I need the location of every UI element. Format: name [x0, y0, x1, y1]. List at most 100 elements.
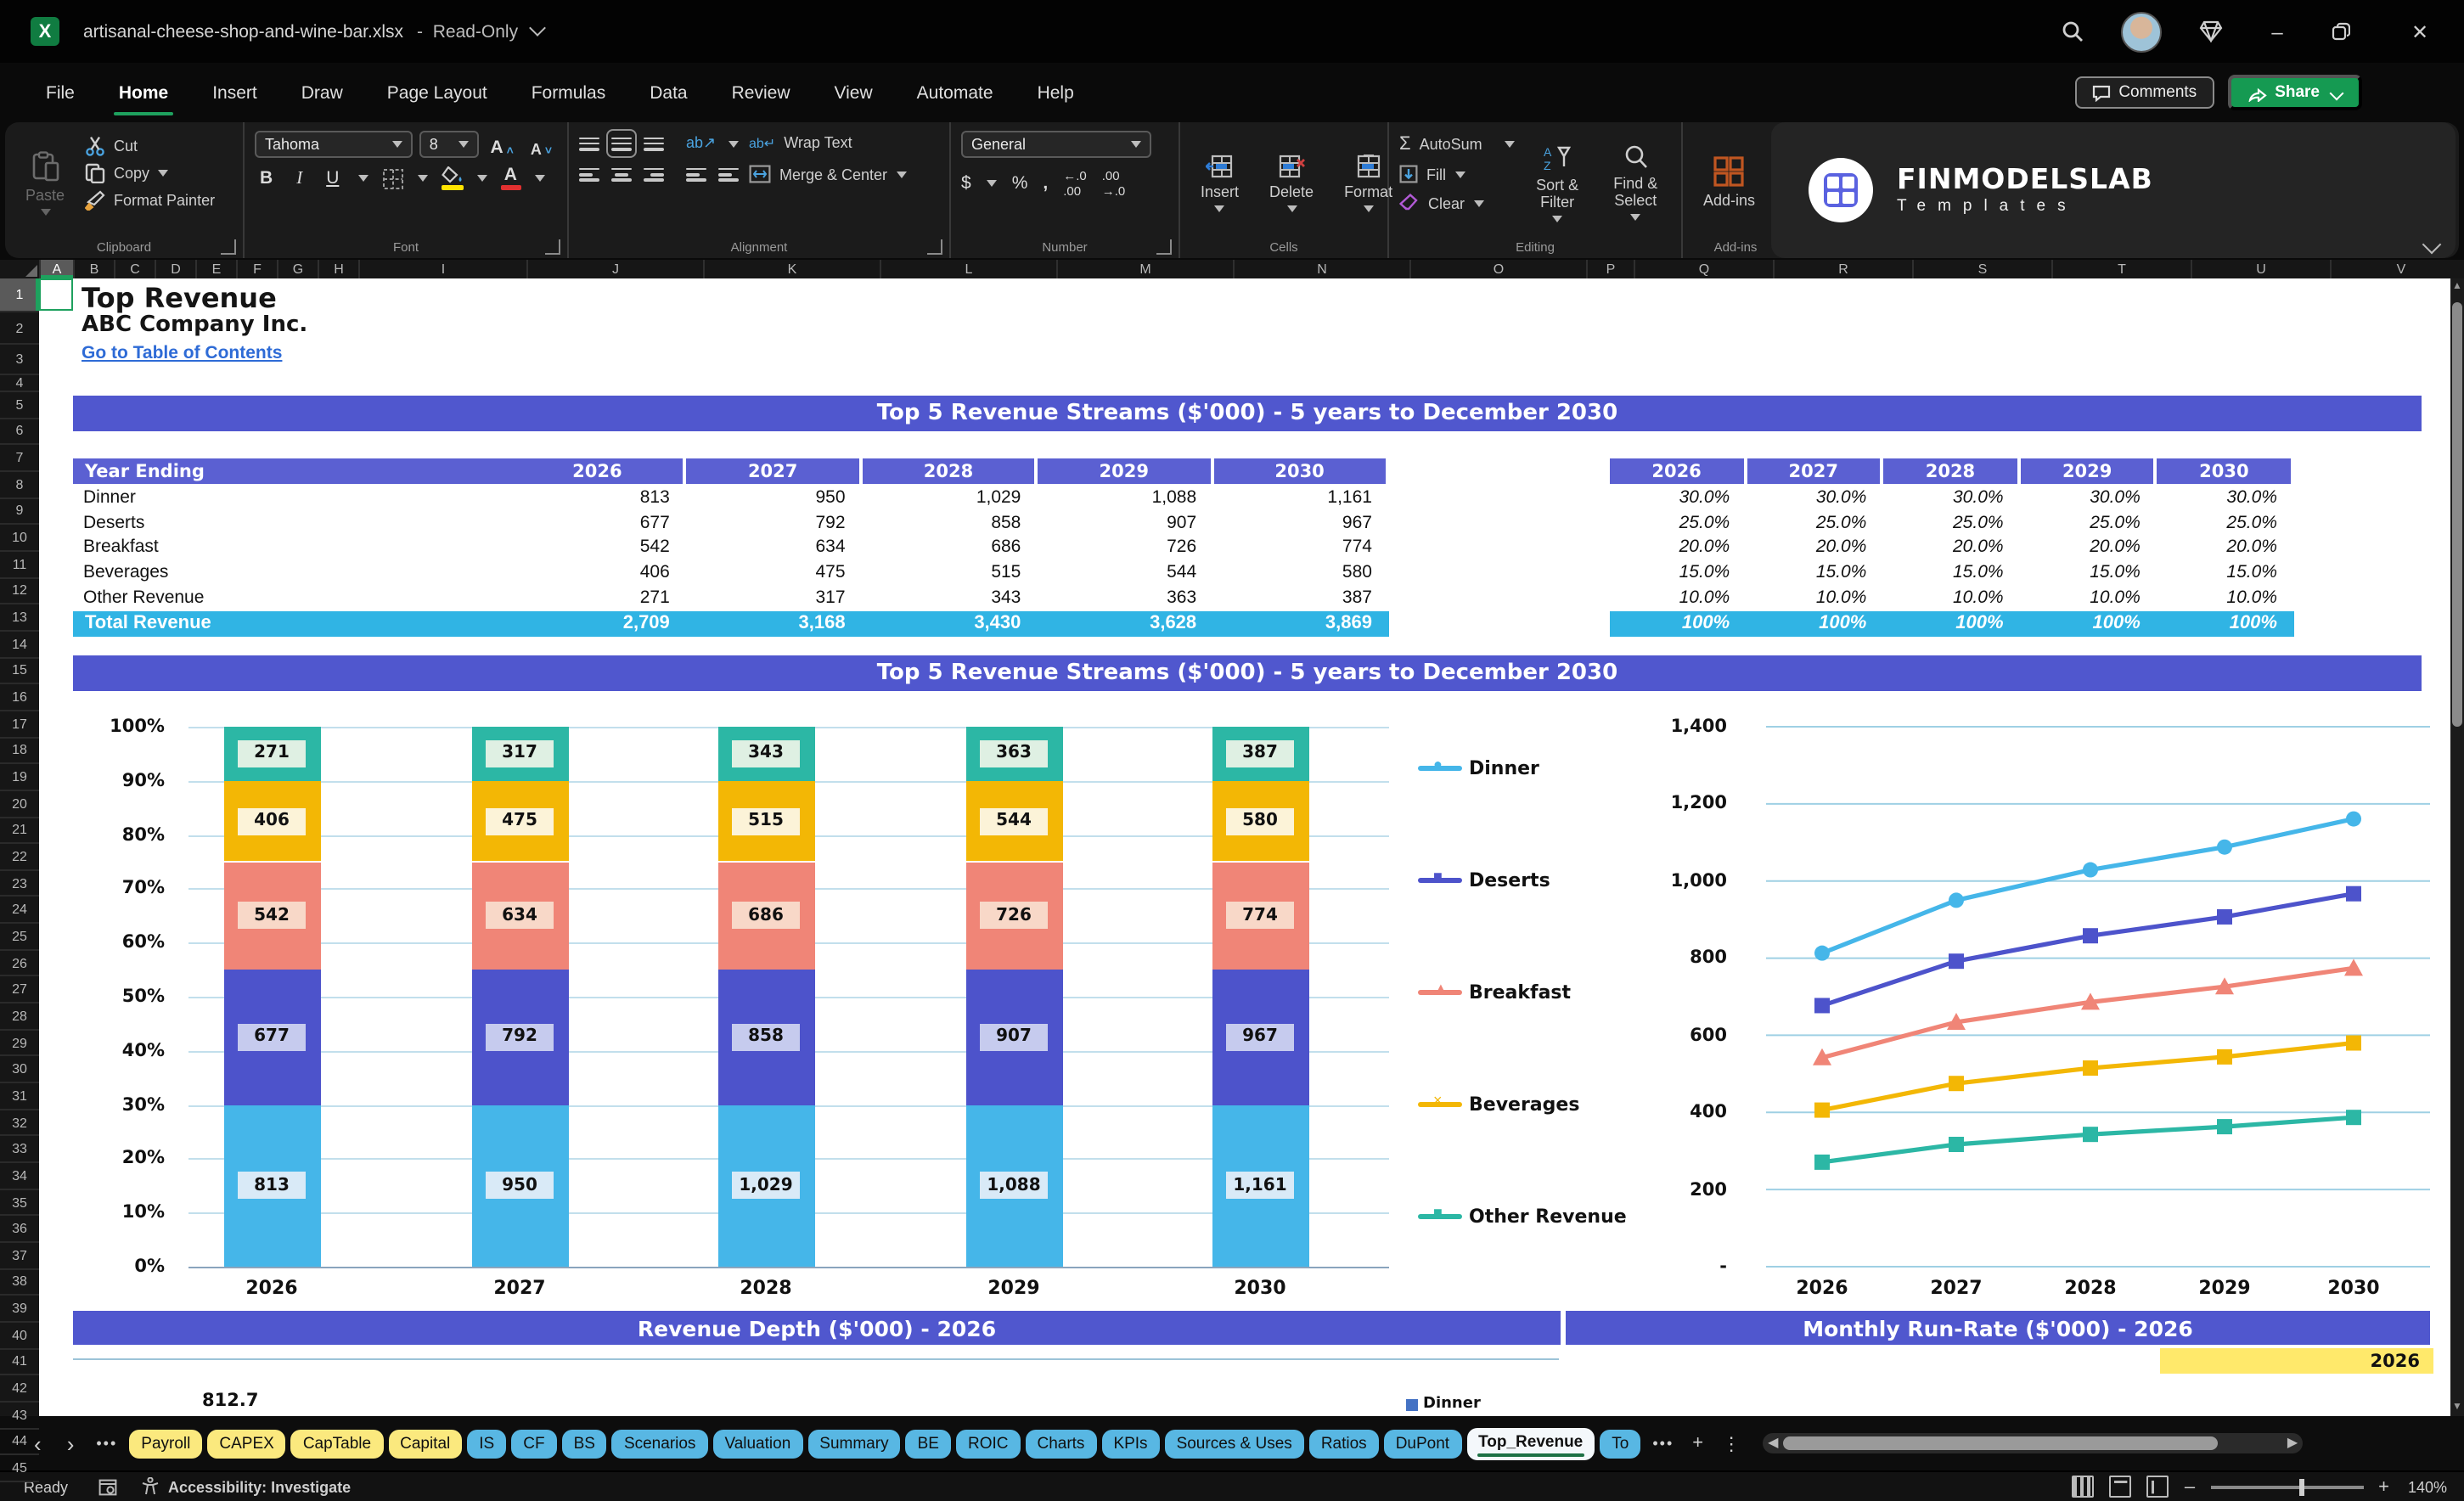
row-header-9[interactable]: 9 [0, 498, 39, 526]
select-all-corner[interactable] [0, 260, 41, 278]
pct-cell-value[interactable]: 25.0% [2021, 510, 2141, 534]
row-header-13[interactable]: 13 [0, 605, 39, 632]
column-header-p[interactable]: P [1588, 260, 1635, 278]
table-row-label[interactable]: Beverages [83, 560, 168, 584]
row-header-7[interactable]: 7 [0, 446, 39, 472]
ribbon-tab-home[interactable]: Home [97, 63, 190, 122]
table-cell-value[interactable]: 677 [511, 510, 670, 534]
table-of-contents-link[interactable]: Go to Table of Contents [82, 343, 282, 363]
row-header-29[interactable]: 29 [0, 1031, 39, 1057]
decrease-indent-button[interactable] [686, 165, 706, 183]
pct-cell-value[interactable]: 25.0% [1747, 510, 1867, 534]
pct-cell-value[interactable]: 10.0% [1883, 585, 2004, 609]
alignment-dialog-launcher[interactable] [927, 239, 942, 255]
align-middle-button[interactable] [606, 128, 637, 159]
pct-cell-value[interactable]: 10.0% [1610, 585, 1730, 609]
column-header-d[interactable]: D [156, 260, 197, 278]
align-top-button[interactable] [579, 134, 599, 153]
pct-cell-value[interactable]: 30.0% [1883, 486, 2004, 509]
bold-button[interactable]: B [255, 168, 278, 188]
shrink-font-button[interactable]: A ˅ [526, 131, 557, 158]
cut-button[interactable]: Cut [85, 136, 215, 156]
borders-button[interactable] [381, 167, 403, 189]
sheet-nav-more[interactable]: ••• [89, 1435, 124, 1452]
table-cell-value[interactable]: 475 [687, 560, 846, 584]
row-header-15[interactable]: 15 [0, 658, 39, 685]
row-header-16[interactable]: 16 [0, 684, 39, 711]
pct-cell-value[interactable]: 20.0% [1747, 536, 1867, 559]
column-header-a[interactable]: A [41, 260, 75, 278]
table-cell-value[interactable]: 271 [511, 585, 670, 609]
cell-selection-a1[interactable] [39, 278, 73, 311]
row-header-18[interactable]: 18 [0, 738, 39, 765]
row-header-21[interactable]: 21 [0, 818, 39, 845]
clear-button[interactable]: Clear [1399, 194, 1515, 212]
sheet-tab-sources-uses[interactable]: Sources & Uses [1164, 1429, 1304, 1458]
row-header-1[interactable]: 1 [0, 278, 39, 312]
row-header-20[interactable]: 20 [0, 791, 39, 818]
ribbon-tab-view[interactable]: View [813, 63, 895, 122]
zoom-slider[interactable] [2210, 1478, 2364, 1495]
ribbon-tab-help[interactable]: Help [1015, 63, 1096, 122]
table-cell-value[interactable]: 1,088 [1038, 486, 1197, 509]
table-cell-value[interactable]: 363 [1038, 585, 1196, 609]
delete-cells-button[interactable]: Delete [1259, 131, 1324, 234]
fill-color-button[interactable] [441, 166, 464, 190]
ribbon-tab-insert[interactable]: Insert [190, 63, 279, 122]
pct-cell-value[interactable]: 20.0% [2157, 536, 2277, 559]
decrease-decimal-button[interactable]: .00 →.0 [1102, 168, 1126, 199]
pct-cell-value[interactable]: 30.0% [1610, 486, 1730, 509]
close-button[interactable]: ✕ [2403, 20, 2437, 43]
row-header-30[interactable]: 30 [0, 1057, 39, 1084]
table-cell-value[interactable]: 542 [511, 536, 670, 559]
row-header-11[interactable]: 11 [0, 552, 39, 579]
find-select-button[interactable]: Find & Select [1600, 131, 1672, 234]
pct-cell-value[interactable]: 20.0% [2021, 536, 2141, 559]
sheet-tab-to[interactable]: To [1600, 1429, 1641, 1458]
sheet-tab-roic[interactable]: ROIC [955, 1429, 1021, 1458]
row-header-41[interactable]: 41 [0, 1349, 39, 1376]
column-header-b[interactable]: B [75, 260, 115, 278]
horizontal-scrollbar[interactable]: ◀ ▶ [1763, 1433, 2304, 1453]
pct-cell-value[interactable]: 30.0% [1747, 486, 1867, 509]
sheet-tab-captable[interactable]: CapTable [290, 1429, 384, 1458]
macro-record-icon[interactable] [98, 1478, 117, 1495]
sheet-tab-charts[interactable]: Charts [1025, 1429, 1097, 1458]
row-header-45[interactable]: 45 [0, 1456, 39, 1482]
row-header-32[interactable]: 32 [0, 1110, 39, 1137]
increase-decimal-button[interactable]: ←.0.00 [1063, 168, 1087, 199]
font-size-combo[interactable]: 8 [419, 131, 479, 158]
table-cell-value[interactable]: 726 [1038, 536, 1196, 559]
column-header-e[interactable]: E [197, 260, 238, 278]
ribbon-tab-page-layout[interactable]: Page Layout [365, 63, 509, 122]
table-cell-value[interactable]: 515 [863, 560, 1021, 584]
row-header-43[interactable]: 43 [0, 1403, 39, 1430]
table-cell-value[interactable]: 907 [1038, 510, 1196, 534]
row-header-39[interactable]: 39 [0, 1296, 39, 1323]
vertical-scrollbar[interactable]: ▲ ▼ [2450, 278, 2464, 1416]
fill-color-dropdown[interactable] [476, 175, 487, 182]
orientation-button[interactable]: ab↗ [686, 134, 716, 153]
sheet-tab-dupont[interactable]: DuPont [1383, 1429, 1462, 1458]
sheet-menu-button[interactable]: ⋮ [1715, 1432, 1747, 1454]
align-left-button[interactable] [579, 165, 599, 183]
column-header-o[interactable]: O [1411, 260, 1588, 278]
row-header-26[interactable]: 26 [0, 951, 39, 977]
row-header-12[interactable]: 12 [0, 578, 39, 605]
column-header-l[interactable]: L [881, 260, 1058, 278]
column-header-c[interactable]: C [115, 260, 156, 278]
table-cell-value[interactable]: 813 [511, 486, 670, 509]
pct-cell-value[interactable]: 15.0% [2157, 560, 2277, 584]
ribbon-tab-draw[interactable]: Draw [279, 63, 365, 122]
fill-button[interactable]: Fill [1399, 165, 1515, 183]
table-row-label[interactable]: Dinner [83, 486, 136, 509]
row-header-5[interactable]: 5 [0, 392, 39, 419]
accounting-format-button[interactable]: $ [961, 173, 971, 194]
row-header-44[interactable]: 44 [0, 1429, 39, 1456]
row-header-27[interactable]: 27 [0, 977, 39, 1004]
table-cell-value[interactable]: 387 [1213, 585, 1372, 609]
row-header-37[interactable]: 37 [0, 1243, 39, 1270]
zoom-level[interactable]: 140% [2408, 1478, 2447, 1495]
table-cell-value[interactable]: 317 [687, 585, 846, 609]
sheet-tab-scenarios[interactable]: Scenarios [611, 1429, 708, 1458]
